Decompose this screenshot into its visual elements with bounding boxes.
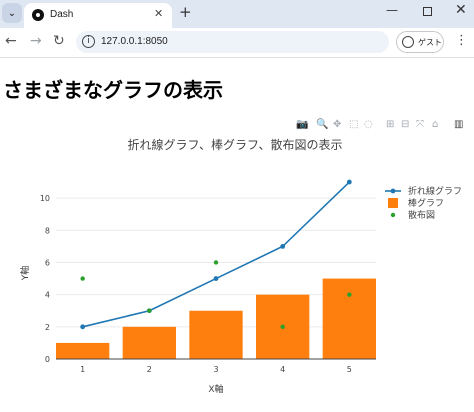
line-point [80,324,86,330]
profile-label: ゲスト [418,38,442,47]
y-tick-label: 8 [45,226,50,235]
x-tick-label: 3 [213,365,218,374]
tab-close-icon[interactable]: ✕ [154,7,163,20]
url-text[interactable]: 127.0.0.1:8050 [101,36,168,47]
scatter-point [213,260,219,265]
window-close-icon[interactable]: ✕ [455,2,467,18]
kebab-menu-icon[interactable]: ⋮ [455,33,468,48]
profile-icon [402,36,414,48]
chart-title: 折れ線グラフ、棒グラフ、散布図の表示 [127,137,342,152]
legend-label: 散布図 [408,209,435,221]
browser-toolbar: ← → ↻ i 127.0.0.1:8050 ゲスト ⋮ [0,28,474,58]
legend-bar-swatch [388,198,398,208]
line-point [346,179,352,185]
line-point [280,243,286,249]
tab-strip: ⌄ Dash ✕ + — ✕ [0,0,474,28]
y-axis-title: Y軸 [19,266,31,282]
scatter-point [280,324,285,330]
reload-icon[interactable]: ↻ [53,33,65,49]
legend-label: 折れ線グラフ [408,185,462,197]
x-tick-label: 1 [80,365,85,374]
profile-button[interactable]: ゲスト [396,31,444,53]
minimize-icon[interactable]: — [386,3,398,17]
page-title: さまざまなグラフの表示 [3,78,223,102]
browser-tab[interactable]: Dash ✕ [24,3,172,28]
tab-title: Dash [50,9,74,20]
y-tick-label: 10 [40,194,50,203]
legend-line-marker [390,188,396,194]
bar [189,310,243,359]
back-arrow-icon[interactable]: ← [5,33,17,49]
line-point [213,276,219,281]
address-bar[interactable]: i 127.0.0.1:8050 [76,31,389,53]
y-tick-label: 4 [45,291,50,300]
y-tick-label: 6 [45,258,50,267]
bar [322,278,376,359]
scatter-point [147,308,152,313]
maximize-icon[interactable] [423,7,432,16]
forward-arrow-icon[interactable]: → [30,33,42,49]
bar [122,326,176,359]
scatter-point [347,292,352,297]
tab-search-button[interactable]: ⌄ [2,3,22,23]
x-tick-label: 5 [347,365,352,374]
new-tab-button[interactable]: + [179,3,192,21]
x-tick-label: 2 [147,365,152,374]
legend-scatter-marker [390,212,396,218]
y-tick-label: 2 [45,323,50,332]
combo-chart: 折れ線グラフ、棒グラフ、散布図の表示 02468101 2 3 4 5 X軸 Y軸 折れ… [19,137,462,395]
legend-label: 棒グラフ [408,197,444,209]
y-tick-label: 0 [45,355,50,364]
bar [56,342,110,359]
x-axis-title: X軸 [208,383,223,395]
scatter-point [80,276,85,281]
dash-favicon-icon [32,9,44,21]
x-tick-label: 4 [280,365,285,374]
site-info-icon[interactable]: i [82,35,95,48]
